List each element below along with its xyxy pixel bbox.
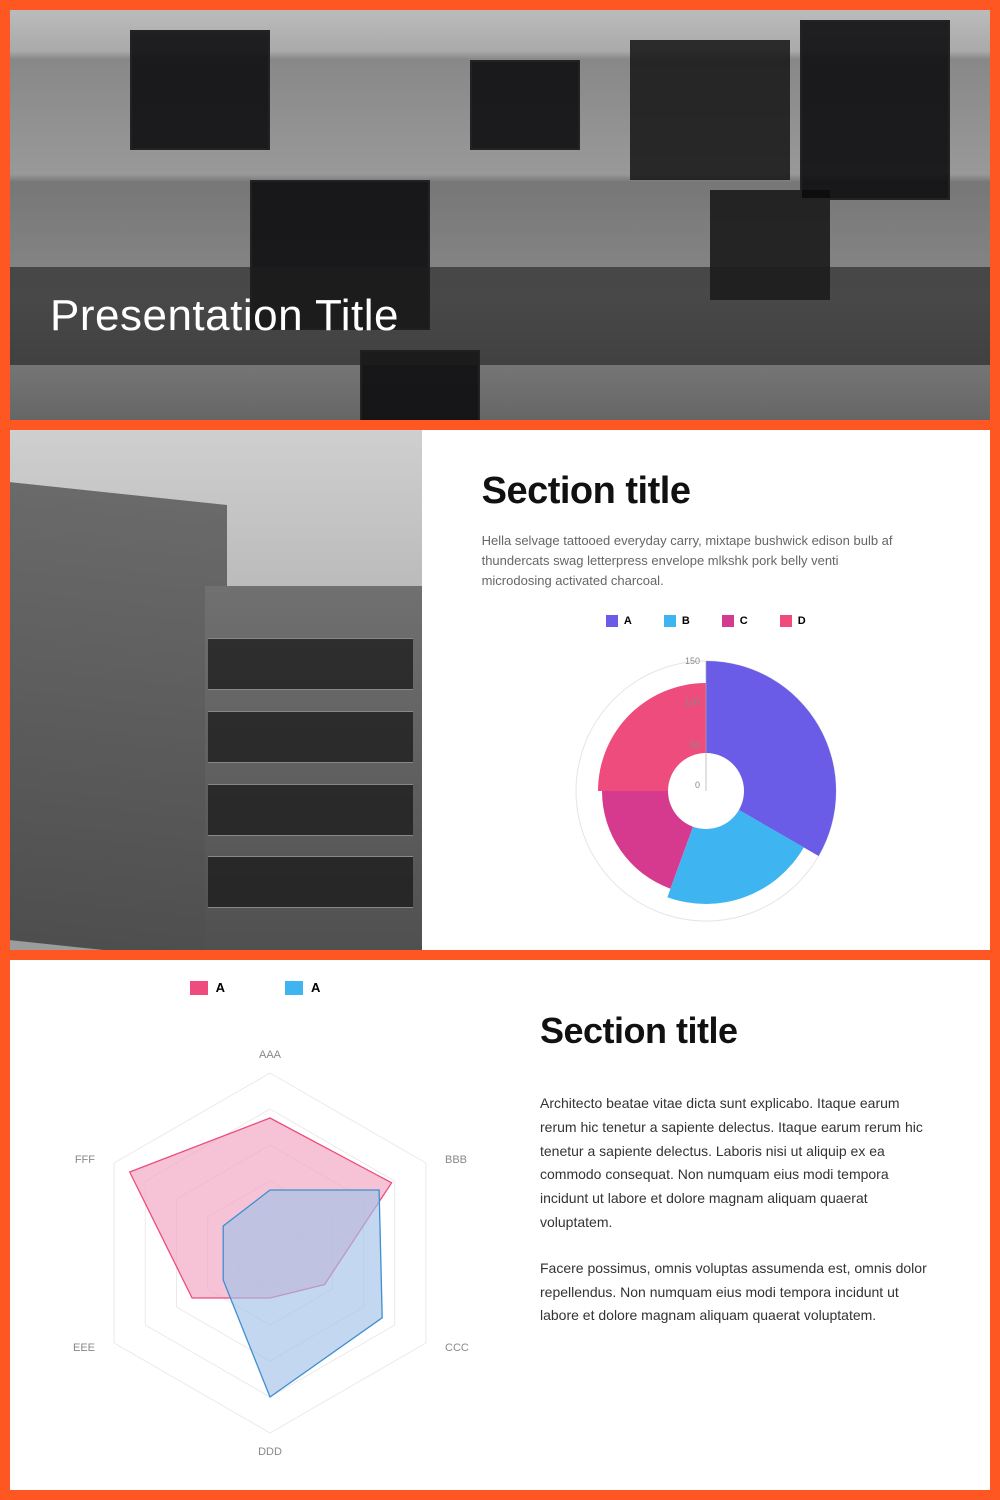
radar-legend: A A — [40, 980, 470, 995]
radar-series-blue — [223, 1190, 382, 1397]
section-body: Hella selvage tattooed everyday carry, m… — [482, 531, 902, 591]
axis-tick: 50 — [690, 740, 700, 750]
slide-title: Presentation Title — [10, 10, 990, 420]
section-paragraph: Architecto beatae vitae dicta sunt expli… — [540, 1092, 930, 1235]
section-paragraph: Facere possimus, omnis voluptas assumend… — [540, 1257, 930, 1328]
slide-section-polar: Section title Hella selvage tattooed eve… — [10, 430, 990, 950]
axis-tick: 150 — [685, 656, 700, 666]
legend-label: C — [740, 615, 748, 627]
radar-axis-label: CCC — [445, 1342, 469, 1354]
section-heading: Section title — [482, 470, 930, 513]
title-overlay: Presentation Title — [10, 267, 990, 365]
radar-chart-column: A A AA — [10, 960, 500, 1490]
radar-axis-label: AAA — [259, 1049, 282, 1061]
legend-label: A — [216, 980, 225, 995]
legend-item: B — [664, 615, 690, 627]
presentation-title: Presentation Title — [50, 291, 950, 341]
radar-axis-label: FFF — [75, 1154, 95, 1166]
section-content: Section title Hella selvage tattooed eve… — [422, 430, 990, 950]
legend-item: A — [285, 980, 320, 995]
legend-label: A — [624, 615, 632, 627]
axis-tick: 0 — [695, 780, 700, 790]
radar-axis-label: EEE — [73, 1342, 95, 1354]
legend-item: C — [722, 615, 748, 627]
building-photo-2 — [10, 430, 422, 950]
legend-item: A — [190, 980, 225, 995]
radar-chart: AAA BBB CCC DDD EEE FFF — [40, 1003, 500, 1473]
legend-item: D — [780, 615, 806, 627]
radar-axis-label: BBB — [445, 1154, 467, 1166]
polar-legend: A B C D — [482, 615, 930, 627]
legend-label: B — [682, 615, 690, 627]
slide-section-radar: A A AA — [10, 960, 990, 1490]
section-heading: Section title — [540, 1010, 930, 1052]
polar-area-chart: 0 50 100 150 — [546, 631, 866, 931]
legend-label: A — [311, 980, 320, 995]
section-text-column: Section title Architecto beatae vitae di… — [500, 960, 990, 1490]
legend-item: A — [606, 615, 632, 627]
presentation-grid: Presentation Title Section title Hella s… — [0, 0, 1000, 1500]
axis-tick: 100 — [685, 697, 700, 707]
legend-label: D — [798, 615, 806, 627]
radar-axis-label: DDD — [258, 1446, 282, 1458]
